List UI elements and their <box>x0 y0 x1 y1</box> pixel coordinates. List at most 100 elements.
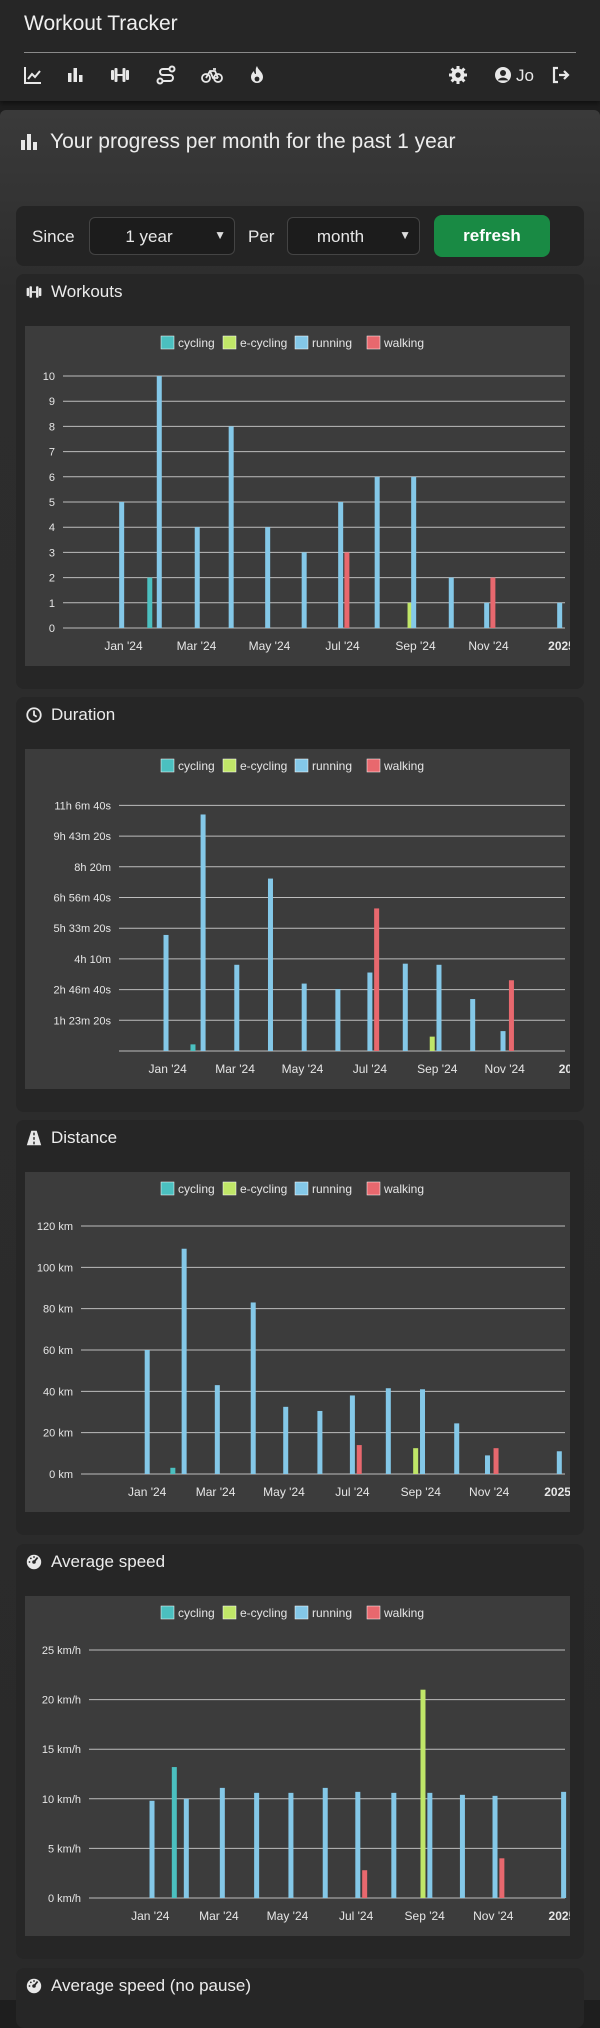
bar-e-cycling[interactable] <box>413 1448 419 1474</box>
bar-running[interactable] <box>144 1350 150 1474</box>
legend-label-cycling[interactable]: cycling <box>178 1606 215 1620</box>
per-select[interactable]: month ▼ <box>287 217 420 255</box>
gear-icon[interactable] <box>447 64 469 86</box>
legend-label-running[interactable]: running <box>312 336 352 350</box>
legend-swatch-e-cycling[interactable] <box>222 1605 237 1620</box>
legend-swatch-cycling[interactable] <box>160 335 175 350</box>
bar-running[interactable] <box>183 1798 189 1898</box>
bar-running[interactable] <box>420 1389 426 1474</box>
bar-running[interactable] <box>265 527 271 628</box>
bar-running[interactable] <box>391 1792 397 1898</box>
legend-label-walking[interactable]: walking <box>383 759 424 773</box>
legend-label-cycling[interactable]: cycling <box>178 1182 215 1196</box>
legend-label-cycling[interactable]: cycling <box>178 336 215 350</box>
legend-label-e-cycling[interactable]: e-cycling <box>240 1182 287 1196</box>
bar-running[interactable] <box>470 999 476 1051</box>
bar-cycling[interactable] <box>170 1467 176 1474</box>
legend-swatch-e-cycling[interactable] <box>222 335 237 350</box>
legend-swatch-e-cycling[interactable] <box>222 1181 237 1196</box>
legend-swatch-walking[interactable] <box>366 758 381 773</box>
legend-swatch-e-cycling[interactable] <box>222 758 237 773</box>
legend-swatch-running[interactable] <box>294 335 309 350</box>
bar-running[interactable] <box>427 1792 433 1898</box>
bar-running[interactable] <box>267 878 273 1051</box>
bar-running[interactable] <box>194 527 200 628</box>
bar-running[interactable] <box>492 1795 498 1898</box>
bar-running[interactable] <box>459 1794 465 1898</box>
bar-running[interactable] <box>322 1787 328 1898</box>
dumbbell-icon[interactable] <box>109 64 131 86</box>
bar-running[interactable] <box>355 1791 361 1898</box>
bar-chart-icon[interactable] <box>64 64 86 86</box>
legend-label-running[interactable]: running <box>312 1606 352 1620</box>
bar-running[interactable] <box>317 1410 323 1474</box>
bar-running[interactable] <box>156 376 162 628</box>
bar-running[interactable] <box>349 1395 355 1474</box>
bar-walking[interactable] <box>493 1448 499 1474</box>
since-select[interactable]: 1 year ▼ <box>89 217 235 255</box>
legend-label-cycling[interactable]: cycling <box>178 759 215 773</box>
user-circle-icon[interactable] <box>492 64 514 86</box>
bar-running[interactable] <box>484 1455 490 1474</box>
logout-icon[interactable] <box>549 64 571 86</box>
bar-running[interactable] <box>301 983 307 1051</box>
bar-running[interactable] <box>448 577 454 628</box>
legend-label-e-cycling[interactable]: e-cycling <box>240 336 287 350</box>
bar-running[interactable] <box>335 989 341 1051</box>
bar-running[interactable] <box>484 602 490 628</box>
bar-walking[interactable] <box>344 552 350 628</box>
legend-label-walking[interactable]: walking <box>383 336 424 350</box>
bar-running[interactable] <box>219 1787 225 1898</box>
bar-running[interactable] <box>374 476 380 628</box>
bar-walking[interactable] <box>508 980 514 1051</box>
bar-running[interactable] <box>234 964 240 1051</box>
legend-label-e-cycling[interactable]: e-cycling <box>240 759 287 773</box>
bar-running[interactable] <box>200 814 206 1051</box>
legend-label-walking[interactable]: walking <box>383 1182 424 1196</box>
bar-running[interactable] <box>163 934 169 1051</box>
bar-walking[interactable] <box>499 1858 505 1898</box>
bar-walking[interactable] <box>362 1870 368 1898</box>
bar-running[interactable] <box>436 964 442 1051</box>
bar-running[interactable] <box>149 1800 155 1898</box>
bar-running[interactable] <box>283 1406 289 1474</box>
bar-cycling[interactable] <box>190 1044 196 1051</box>
bar-running[interactable] <box>402 963 408 1051</box>
bar-running[interactable] <box>411 476 417 628</box>
bar-running[interactable] <box>556 1451 562 1474</box>
bar-running[interactable] <box>119 502 125 628</box>
legend-swatch-cycling[interactable] <box>160 1605 175 1620</box>
bar-walking[interactable] <box>356 1445 362 1474</box>
bar-running[interactable] <box>338 502 344 628</box>
bar-running[interactable] <box>228 426 234 628</box>
bar-running[interactable] <box>288 1792 294 1898</box>
bar-walking[interactable] <box>490 577 496 628</box>
bar-running[interactable] <box>181 1248 187 1474</box>
legend-swatch-walking[interactable] <box>366 1181 381 1196</box>
bar-cycling[interactable] <box>147 577 153 628</box>
bar-e-cycling[interactable] <box>420 1689 426 1898</box>
bar-running[interactable] <box>385 1388 391 1474</box>
bar-running[interactable] <box>454 1423 460 1474</box>
app-title[interactable]: Workout Tracker <box>24 12 178 36</box>
legend-swatch-cycling[interactable] <box>160 758 175 773</box>
legend-swatch-walking[interactable] <box>366 335 381 350</box>
legend-label-running[interactable]: running <box>312 759 352 773</box>
bar-running[interactable] <box>561 1791 567 1898</box>
bar-running[interactable] <box>254 1792 260 1898</box>
legend-label-e-cycling[interactable]: e-cycling <box>240 1606 287 1620</box>
chart-line-icon[interactable] <box>22 64 44 86</box>
refresh-button[interactable]: refresh <box>434 215 550 257</box>
bar-e-cycling[interactable] <box>429 1036 435 1051</box>
legend-swatch-running[interactable] <box>294 758 309 773</box>
bar-cycling[interactable] <box>171 1767 177 1898</box>
route-icon[interactable] <box>155 64 177 86</box>
legend-swatch-cycling[interactable] <box>160 1181 175 1196</box>
bar-running[interactable] <box>250 1302 256 1474</box>
fire-icon[interactable] <box>246 64 268 86</box>
bar-running[interactable] <box>301 552 307 628</box>
bicycle-icon[interactable] <box>201 64 223 86</box>
bar-running[interactable] <box>214 1385 220 1474</box>
bar-running[interactable] <box>557 602 563 628</box>
legend-swatch-running[interactable] <box>294 1605 309 1620</box>
